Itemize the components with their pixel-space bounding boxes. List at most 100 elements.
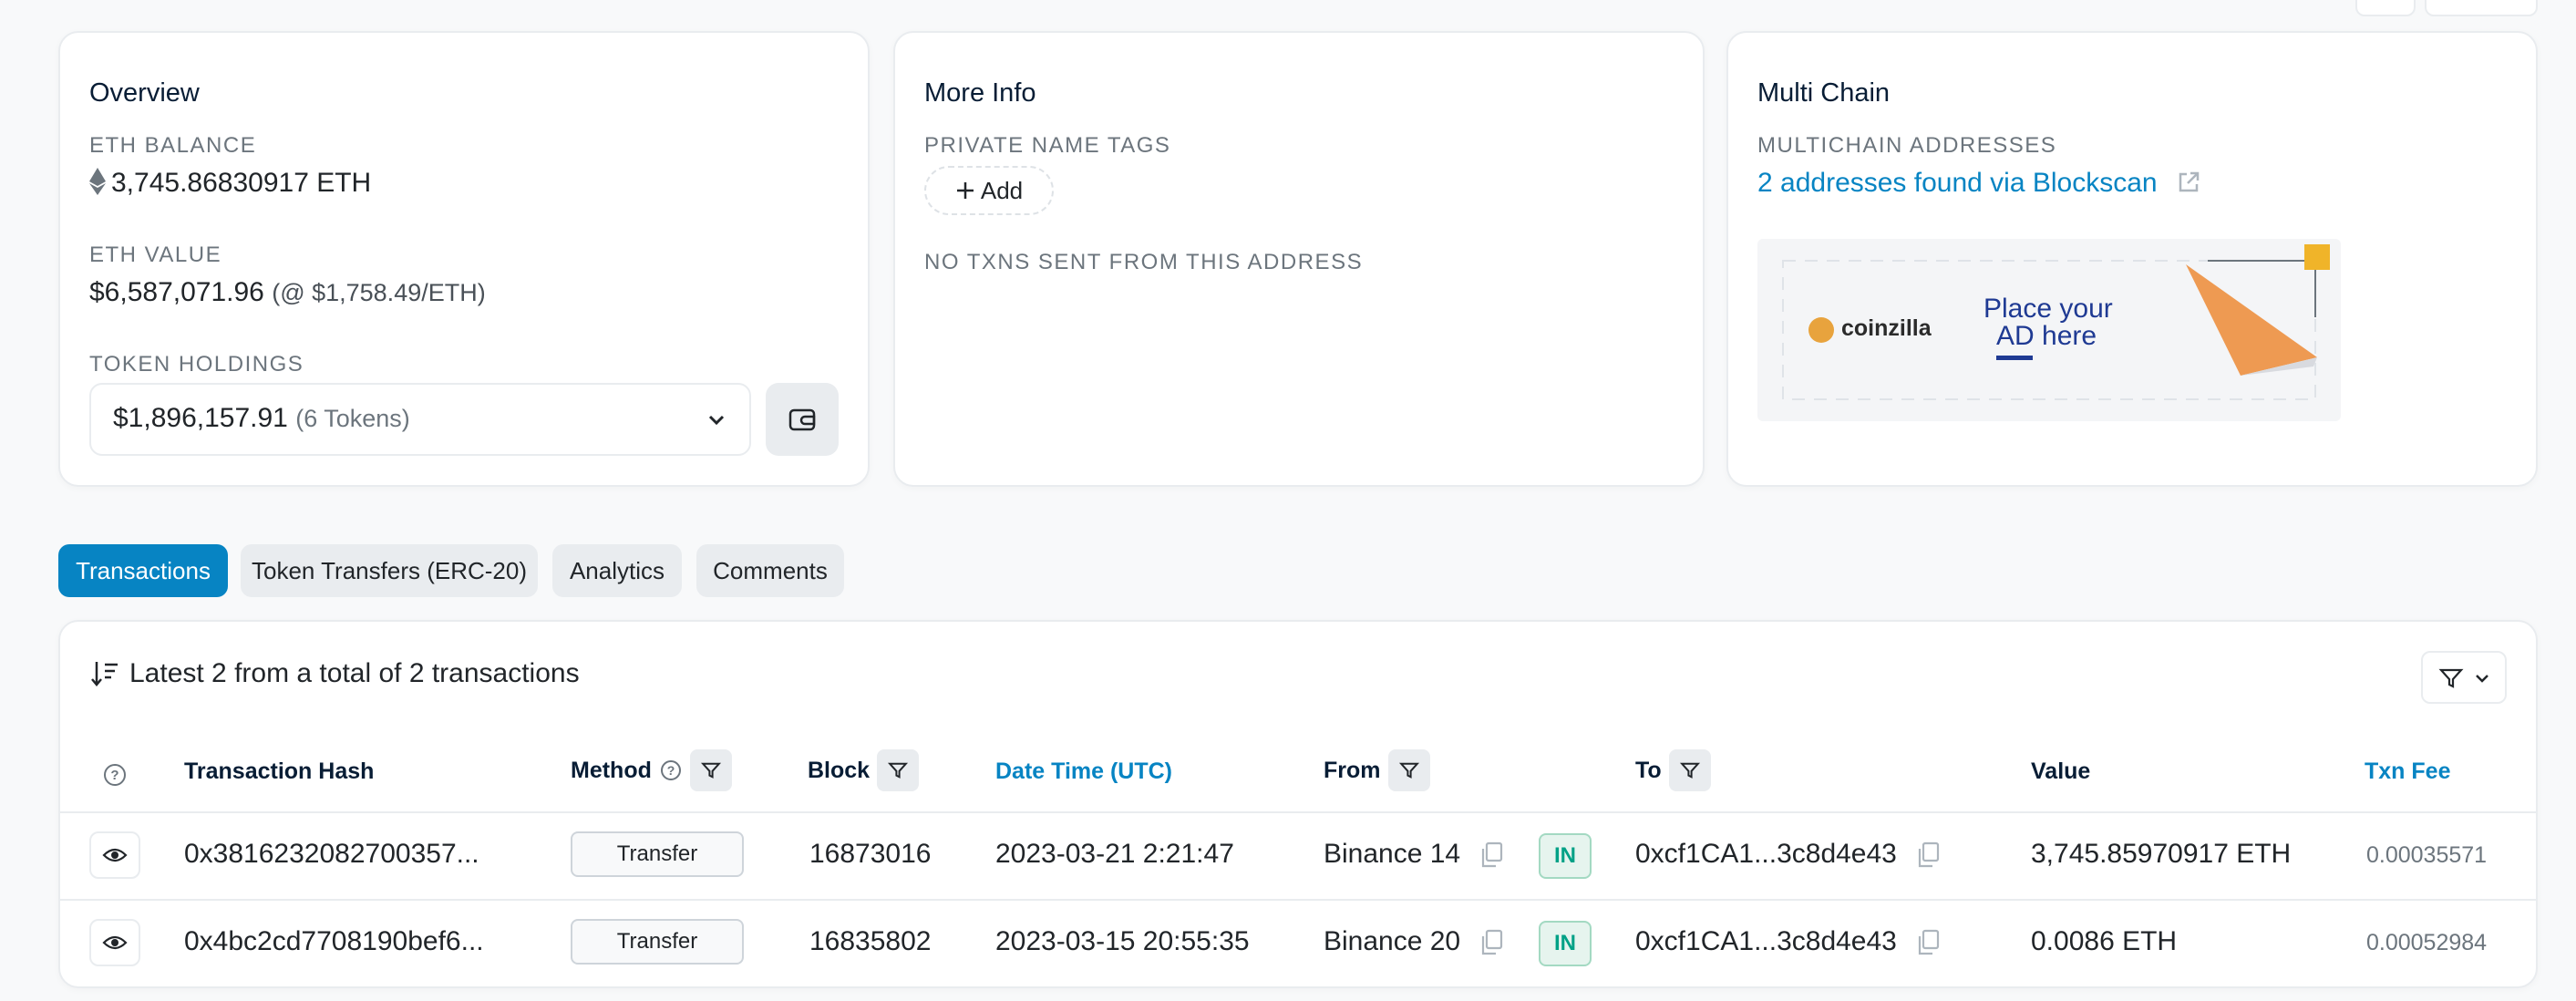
transactions-card: Latest 2 from a total of 2 transactions … (58, 620, 2538, 988)
token-amount: $1,896,157.91 (113, 403, 288, 433)
tx-fee: 0.00035571 (2366, 842, 2488, 868)
svg-text:?: ? (667, 763, 675, 778)
ad-brand: coinzilla (1841, 315, 1932, 341)
tab-transactions[interactable]: Transactions (58, 544, 228, 597)
from-address: Binance 20 (1324, 926, 1504, 957)
filter-icon (700, 762, 721, 779)
eth-value-label: ETH VALUE (89, 243, 222, 267)
transactions-summary: Latest 2 from a total of 2 transactions (89, 658, 580, 689)
multichain-addresses-label: MULTICHAIN ADDRESSES (1757, 133, 2057, 158)
col-header-fee[interactable]: Txn Fee (2365, 758, 2450, 785)
eth-balance: 3,745.86830917 ETH (89, 168, 371, 199)
question-circle-icon: ? (660, 760, 681, 780)
ad-text-line-2: AD here (1996, 321, 2097, 351)
tx-datetime: 2023-03-15 20:55:35 (995, 926, 1250, 956)
col-header-method-label: Method (571, 757, 652, 783)
col-header-block: Block (808, 749, 920, 791)
tx-hash-link[interactable]: 0x3816232082700357... (184, 839, 479, 870)
eth-value: $6,587,071.96 (@ $1,758.49/ETH) (89, 277, 486, 308)
col-header-to-label: To (1635, 757, 1662, 783)
copy-icon[interactable] (1915, 841, 1941, 869)
block-link[interactable]: 16835802 (809, 926, 931, 957)
copy-icon[interactable] (1479, 929, 1504, 956)
to-address: 0xcf1CA1...3c8d4e43 (1635, 839, 1941, 870)
external-link-icon (2179, 171, 2200, 192)
top-icon-button[interactable] (2355, 0, 2416, 16)
ad-banner[interactable]: coinzilla Place your AD here (1757, 239, 2341, 421)
to-filter-button[interactable] (1668, 749, 1711, 791)
col-header-value: Value (2031, 758, 2091, 784)
no-txns-text: NO TXNS SENT FROM THIS ADDRESS (924, 250, 1364, 274)
overview-title: Overview (89, 78, 200, 108)
from-filter-button[interactable] (1387, 749, 1430, 791)
question-circle-icon: ? (104, 764, 126, 786)
to-address-text: 0xcf1CA1...3c8d4e43 (1635, 926, 1897, 956)
eth-price: (@ $1,758.49/ETH) (272, 279, 486, 306)
add-tag-label: Add (980, 176, 1024, 204)
to-address-text: 0xcf1CA1...3c8d4e43 (1635, 839, 1897, 869)
add-tag-button[interactable]: Add (924, 166, 1054, 215)
ad-text-line-1: Place your (1984, 294, 2113, 324)
more-info-title: More Info (924, 78, 1036, 108)
top-more-button[interactable] (2425, 0, 2538, 16)
header-divider (60, 811, 2536, 813)
from-address-link[interactable]: Binance 14 (1324, 839, 1460, 869)
method-badge: Transfer (571, 919, 744, 965)
col-header-to: To (1635, 749, 1711, 791)
eye-icon (102, 848, 128, 862)
tab-token-transfers[interactable]: Token Transfers (ERC-20) (241, 544, 538, 597)
direction-badge: IN (1539, 921, 1592, 966)
wallet-icon (788, 408, 816, 431)
plus-icon (956, 182, 974, 199)
from-address: Binance 14 (1324, 839, 1504, 870)
eth-value-amount: $6,587,071.96 (89, 277, 264, 307)
tab-comments[interactable]: Comments (696, 544, 844, 597)
direction-badge: IN (1539, 833, 1592, 879)
multi-chain-title: Multi Chain (1757, 78, 1891, 108)
chevron-down-icon (708, 415, 725, 426)
tx-value: 3,745.85970917 ETH (2031, 839, 2292, 869)
tab-analytics[interactable]: Analytics (552, 544, 682, 597)
token-holdings-label: TOKEN HOLDINGS (89, 352, 304, 377)
method-badge: Transfer (571, 831, 744, 877)
token-count: (6 Tokens) (295, 405, 410, 432)
col-header-from: From (1324, 749, 1430, 791)
block-link[interactable]: 16873016 (809, 839, 931, 870)
eth-balance-value: 3,745.86830917 ETH (111, 168, 372, 198)
tx-value: 0.0086 ETH (2031, 926, 2178, 956)
eye-icon (102, 935, 128, 950)
help-icon-header[interactable]: ? (102, 762, 128, 788)
blockscan-link[interactable]: 2 addresses found via Blockscan (1757, 168, 2201, 199)
wallet-button[interactable] (766, 383, 839, 456)
col-header-datetime[interactable]: Date Time (UTC) (995, 758, 1172, 785)
svg-text:?: ? (110, 768, 118, 783)
block-filter-button[interactable] (877, 749, 920, 791)
preview-button[interactable] (89, 919, 140, 966)
filter-icon (1679, 762, 1700, 779)
eth-icon (89, 168, 106, 195)
copy-icon[interactable] (1479, 841, 1504, 869)
token-holdings-value: $1,896,157.91 (6 Tokens) (113, 403, 410, 434)
blockscan-link-text: 2 addresses found via Blockscan (1757, 168, 2158, 198)
tx-hash-link[interactable]: 0x4bc2cd7708190bef6... (184, 926, 484, 957)
col-header-hash: Transaction Hash (184, 758, 375, 784)
private-tags-label: PRIVATE NAME TAGS (924, 133, 1171, 158)
copy-icon[interactable] (1915, 929, 1941, 956)
from-address-link[interactable]: Binance 20 (1324, 926, 1460, 956)
overview-card: Overview ETH BALANCE 3,745.86830917 ETH … (58, 31, 870, 487)
col-header-block-label: Block (808, 757, 871, 783)
col-header-from-label: From (1324, 757, 1381, 783)
preview-button[interactable] (89, 831, 140, 879)
to-address: 0xcf1CA1...3c8d4e43 (1635, 926, 1941, 957)
row-divider (60, 899, 2536, 901)
ad-text: Place your AD here (1984, 295, 2113, 350)
filter-icon (1398, 762, 1419, 779)
table-filter-button[interactable] (2421, 651, 2507, 704)
token-holdings-dropdown[interactable]: $1,896,157.91 (6 Tokens) (89, 383, 751, 456)
col-header-method: Method ? (571, 749, 732, 791)
method-filter-button[interactable] (689, 749, 732, 791)
more-info-card: More Info PRIVATE NAME TAGS Add NO TXNS … (893, 31, 1705, 487)
eth-balance-label: ETH BALANCE (89, 133, 257, 158)
multi-chain-card: Multi Chain MULTICHAIN ADDRESSES 2 addre… (1726, 31, 2538, 487)
tx-fee: 0.00052984 (2366, 930, 2488, 955)
